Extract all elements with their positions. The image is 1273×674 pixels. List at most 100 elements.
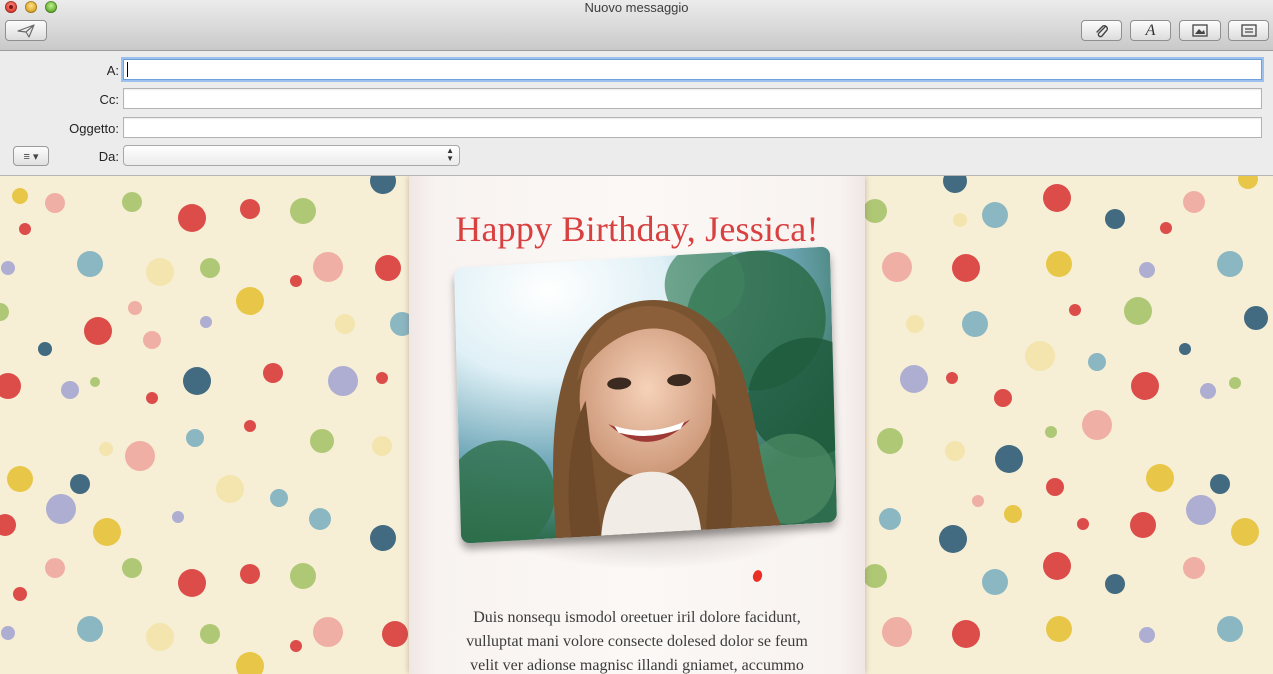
red-dot-decoration: [751, 569, 764, 583]
polka-dot: [946, 372, 958, 384]
message-body[interactable]: Happy Birthday, Jessica! Duis nonsequ is…: [0, 176, 1273, 674]
cc-field[interactable]: [123, 88, 1262, 109]
polka-dot: [1179, 343, 1191, 355]
polka-dot: [863, 199, 887, 223]
polka-dot: [1130, 512, 1156, 538]
polka-dot: [290, 275, 302, 287]
polka-dot: [84, 317, 112, 345]
polka-dot: [1, 626, 15, 640]
polka-dot: [863, 564, 887, 588]
photo-browser-button[interactable]: [1179, 20, 1221, 41]
polka-dot: [12, 188, 28, 204]
card-title[interactable]: Happy Birthday, Jessica!: [409, 208, 865, 250]
polka-dot: [952, 254, 980, 282]
polka-dot: [882, 252, 912, 282]
polka-dot: [7, 466, 33, 492]
polka-dot: [240, 199, 260, 219]
polka-dot: [945, 441, 965, 461]
from-label: Da:: [98, 149, 119, 164]
polka-dot: [370, 176, 396, 194]
polka-dot: [370, 525, 396, 551]
polka-dot: [146, 258, 174, 286]
polka-dot: [943, 176, 967, 193]
polka-dot: [1045, 426, 1057, 438]
stationery-button[interactable]: [1228, 20, 1269, 41]
card-body-line: Duis nonsequ ismodol oreetuer iril dolor…: [473, 609, 801, 626]
polka-dot: [1217, 251, 1243, 277]
polka-dot: [183, 367, 211, 395]
header-fields-menu-button[interactable]: ≡ ▾: [13, 146, 49, 166]
polka-dot: [1131, 372, 1159, 400]
list-menu-icon: ≡ ▾: [23, 150, 39, 163]
card-body-line: velit ver adionse magnisc illandi gniame…: [470, 657, 804, 674]
polka-dot: [1124, 297, 1152, 325]
polka-dot: [335, 314, 355, 334]
polka-dot: [1082, 410, 1112, 440]
polka-dot: [877, 428, 903, 454]
text-cursor: [127, 62, 128, 77]
polka-dot: [122, 192, 142, 212]
polka-dot: [376, 372, 388, 384]
window-titlebar: Nuovo messaggio A: [0, 0, 1273, 51]
polka-dot: [382, 621, 408, 647]
polka-dot: [70, 474, 90, 494]
polka-dot: [200, 258, 220, 278]
polka-dot: [46, 494, 76, 524]
polka-dot: [994, 389, 1012, 407]
polka-dot: [1244, 306, 1268, 330]
birthday-photo[interactable]: [454, 246, 838, 544]
card-body-line: vulluptat mani volore consecte dolesed d…: [466, 633, 808, 650]
polka-dot: [122, 558, 142, 578]
polka-dot: [200, 624, 220, 644]
polka-dot: [879, 508, 901, 530]
paperclip-icon: [1094, 23, 1110, 39]
polka-dot: [1231, 518, 1259, 546]
polka-dot: [216, 475, 244, 503]
card-body-text[interactable]: Duis nonsequ ismodol oreetuer iril dolor…: [439, 606, 835, 674]
polka-dot: [313, 252, 343, 282]
polka-dot: [236, 287, 264, 315]
polka-dot: [290, 198, 316, 224]
polka-dot: [372, 436, 392, 456]
polka-dot: [270, 489, 288, 507]
polka-dot: [328, 366, 358, 396]
polka-dot: [200, 316, 212, 328]
birthday-card: Happy Birthday, Jessica! Duis nonsequ is…: [409, 176, 865, 674]
polka-dot: [172, 511, 184, 523]
polka-dot: [939, 525, 967, 553]
polka-dot: [1139, 627, 1155, 643]
polka-dot: [0, 373, 21, 399]
polka-dot: [1004, 505, 1022, 523]
polka-dot: [1046, 616, 1072, 642]
polka-dot: [1043, 184, 1071, 212]
from-select[interactable]: ▲ ▼: [123, 145, 460, 166]
polka-dot: [1217, 616, 1243, 642]
polka-dot: [972, 495, 984, 507]
stationery-icon: [1240, 24, 1257, 37]
polka-dot: [236, 652, 264, 674]
polka-dot: [61, 381, 79, 399]
polka-dot: [1046, 478, 1064, 496]
polka-dot: [1200, 383, 1216, 399]
polka-dot: [1088, 353, 1106, 371]
polka-dot: [962, 311, 988, 337]
send-icon: [17, 23, 35, 38]
subject-field[interactable]: [123, 117, 1262, 138]
attach-button[interactable]: [1081, 20, 1122, 41]
polka-dot: [19, 223, 31, 235]
polka-dot: [45, 558, 65, 578]
polka-dot: [310, 429, 334, 453]
polka-dot: [995, 445, 1023, 473]
to-field[interactable]: [123, 59, 1262, 80]
send-button[interactable]: [5, 20, 47, 41]
polka-dot: [882, 617, 912, 647]
polka-dot: [186, 429, 204, 447]
format-button[interactable]: A: [1130, 20, 1171, 41]
polka-dot: [240, 564, 260, 584]
polka-dot: [263, 363, 283, 383]
polka-dot: [1, 261, 15, 275]
polka-dot: [1238, 176, 1258, 189]
polka-dot: [1077, 518, 1089, 530]
polka-dot: [1046, 251, 1072, 277]
polka-dot: [290, 640, 302, 652]
